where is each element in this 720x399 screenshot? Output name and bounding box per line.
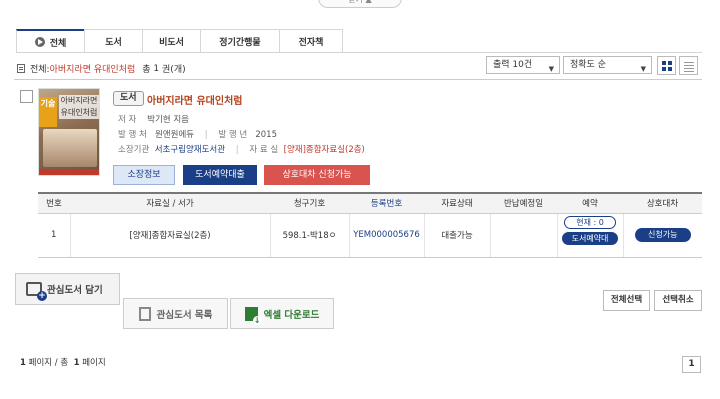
excel-download-button[interactable]: 엑셀 다운로드 xyxy=(230,298,334,329)
col-header: 예약 xyxy=(557,192,623,214)
grid-icon xyxy=(662,61,672,71)
col-header: 자료실 / 서가 xyxy=(70,192,270,214)
search-query: 아버지라면 유대인처럼 xyxy=(49,65,136,75)
reserve-button[interactable]: 도서예약대출 xyxy=(183,165,257,185)
book-add-icon xyxy=(26,282,47,301)
holdings-table: 번호 자료실 / 서가 청구기호 등록번호 자료상태 반납예정일 예약 상호대차… xyxy=(38,192,702,258)
row-reserve-button[interactable]: 도서예약대출 xyxy=(562,231,618,254)
tab-divider xyxy=(16,52,702,53)
holding-info-button[interactable]: 소장정보 xyxy=(113,165,175,185)
interloan-button[interactable]: 상호대차 신청가능 xyxy=(264,165,370,185)
author-line: 저 자 박기현 지음 xyxy=(118,115,189,125)
add-favorite-button[interactable]: 관심도서 담기 xyxy=(15,273,120,305)
play-icon xyxy=(34,37,45,47)
col-header: 자료상태 xyxy=(424,192,490,214)
clipboard-icon xyxy=(138,306,151,321)
reserve-count-badge: 현재 : 0 xyxy=(564,215,616,229)
list-view-button[interactable] xyxy=(679,56,698,75)
deselect-button[interactable]: 선택취소 xyxy=(654,290,702,311)
book-title[interactable]: 아버지라면 유대인처럼 xyxy=(147,92,242,107)
material-type-badge: 도서 xyxy=(113,91,144,106)
table-row: 1 [양재]종합자료실(2층) 598.1-박18ㅇ YEM000005676 … xyxy=(38,213,702,258)
page-info: 1 페이지 / 총 1 페이지 xyxy=(20,358,106,368)
material-tabs: 전체 도서 비도서 정기간행물 전자책 xyxy=(16,29,343,53)
col-header[interactable]: 등록번호 xyxy=(349,192,424,214)
divider xyxy=(14,79,702,80)
grid-view-button[interactable] xyxy=(657,56,676,75)
select-all-button[interactable]: 전체선택 xyxy=(603,290,650,311)
row-interloan-button[interactable]: 신청가능 xyxy=(634,228,691,242)
col-header: 상호대차 xyxy=(623,192,702,214)
holding-line: 소장기관 서초구립양재도서관 | 자 료 실 [양재]종합자료실(2층) xyxy=(118,145,365,155)
tab-all[interactable]: 전체 xyxy=(16,29,85,53)
chevron-down-icon: ▼ xyxy=(548,65,554,73)
page-button[interactable]: 1 xyxy=(682,356,701,373)
collapse-toggle[interactable]: 닫기 ▲ xyxy=(318,0,402,8)
publication-line: 발 행 처 원앤원에듀 | 발 행 년 2015 xyxy=(118,130,277,140)
tab-nonbook[interactable]: 비도서 xyxy=(142,29,201,53)
output-count-select[interactable]: 출력 10건 ▼ xyxy=(486,56,560,74)
col-header: 번호 xyxy=(38,192,70,214)
tab-book[interactable]: 도서 xyxy=(84,29,143,53)
book-cover[interactable]: 기술 아버지라면 유대인처럼 xyxy=(38,88,100,176)
chevron-down-icon: ▼ xyxy=(640,65,646,73)
document-icon xyxy=(17,64,25,73)
list-icon xyxy=(684,61,694,72)
tab-ebook[interactable]: 전자책 xyxy=(279,29,343,53)
select-checkbox[interactable] xyxy=(20,90,33,103)
tab-periodical[interactable]: 정기간행물 xyxy=(200,29,280,53)
result-summary: 전체: 아버지라면 유대인처럼 총 1 권(개) xyxy=(17,62,186,75)
excel-download-icon xyxy=(244,306,262,325)
col-header: 반납예정일 xyxy=(490,192,557,214)
favorite-list-button[interactable]: 관심도서 목록 xyxy=(123,298,228,329)
sort-select[interactable]: 정확도 순 ▼ xyxy=(563,56,652,74)
cover-photo xyxy=(43,129,97,167)
col-header: 청구기호 xyxy=(270,192,349,214)
